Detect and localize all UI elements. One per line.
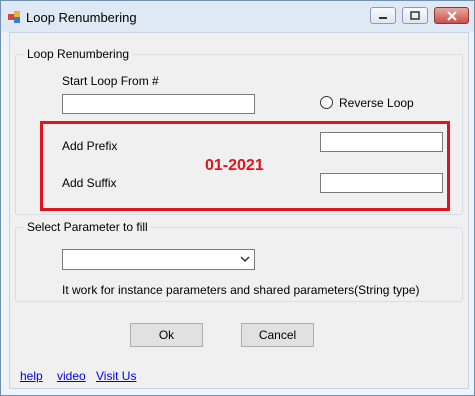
- parameter-note: It work for instance parameters and shar…: [62, 283, 420, 297]
- close-icon: [446, 10, 457, 21]
- cancel-button[interactable]: Cancel: [241, 323, 314, 347]
- start-loop-input[interactable]: [62, 94, 255, 114]
- chevron-down-icon: [240, 256, 250, 263]
- date-stamp: 01-2021: [205, 157, 264, 174]
- suffix-input[interactable]: [320, 173, 443, 193]
- title-bar[interactable]: Loop Renumbering: [1, 1, 474, 32]
- dialog-client-area: Loop Renumbering Start Loop From # Rever…: [9, 32, 469, 389]
- reverse-loop-radio[interactable]: [320, 96, 333, 109]
- maximize-button[interactable]: [402, 7, 428, 24]
- app-icon: [8, 11, 20, 23]
- maximize-icon: [410, 11, 420, 20]
- close-button[interactable]: [434, 7, 469, 24]
- add-suffix-label: Add Suffix: [62, 176, 117, 190]
- window-title: Loop Renumbering: [26, 10, 137, 25]
- visit-us-link[interactable]: Visit Us: [96, 369, 136, 383]
- dialog-window: Loop Renumbering Loop Renumbering Start …: [0, 0, 475, 396]
- video-link[interactable]: video: [57, 369, 86, 383]
- select-parameter-legend: Select Parameter to fill: [27, 220, 148, 234]
- parameter-dropdown[interactable]: [62, 249, 255, 270]
- help-link[interactable]: help: [20, 369, 43, 383]
- ok-button[interactable]: Ok: [130, 323, 203, 347]
- minimize-button[interactable]: [370, 7, 396, 24]
- loop-renumbering-legend: Loop Renumbering: [27, 47, 130, 61]
- reverse-loop-label[interactable]: Reverse Loop: [339, 96, 414, 110]
- prefix-input[interactable]: [320, 132, 443, 152]
- start-loop-label: Start Loop From #: [62, 74, 159, 88]
- minimize-icon: [379, 16, 387, 19]
- add-prefix-label: Add Prefix: [62, 139, 118, 153]
